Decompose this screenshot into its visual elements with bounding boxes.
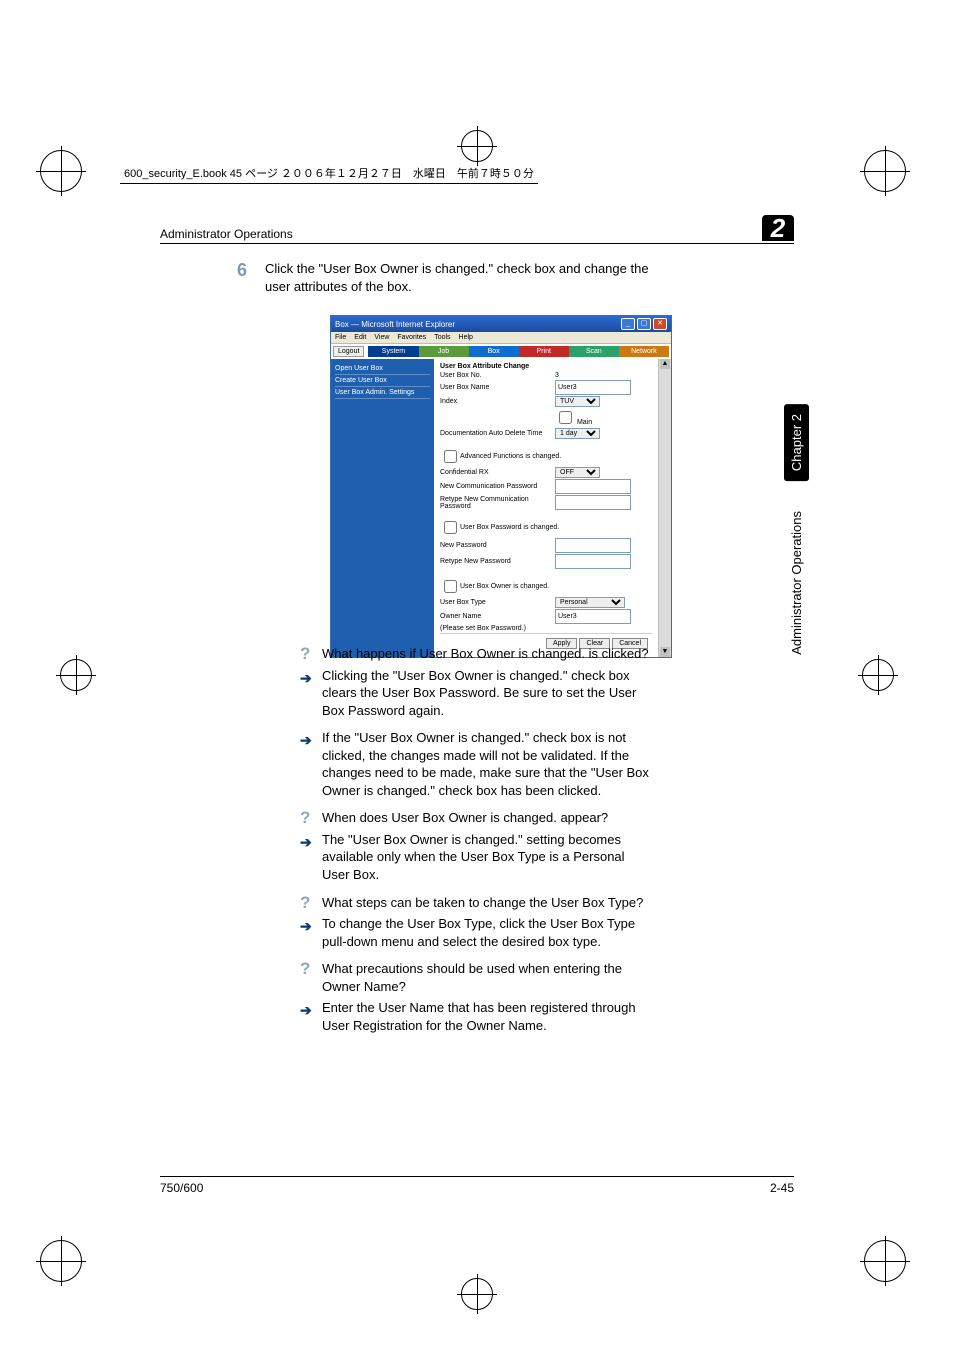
qa-question: When does User Box Owner is changed. app… <box>322 810 608 825</box>
close-icon[interactable]: ✕ <box>653 318 667 330</box>
step-body: Click the "User Box Owner is changed." c… <box>265 261 649 294</box>
qa-question: What precautions should be used when ent… <box>322 961 622 994</box>
autodel-select[interactable]: 1 day <box>555 428 600 439</box>
form-heading: User Box Attribute Change <box>440 363 652 370</box>
registration-mark <box>461 1278 493 1310</box>
question-icon: ? <box>300 643 310 666</box>
userboxno-label: User Box No. <box>440 372 555 379</box>
step-number: 6 <box>237 258 247 283</box>
tab-system[interactable]: System <box>368 346 418 357</box>
userboxname-label: User Box Name <box>440 384 555 391</box>
new-comm-pw-input[interactable] <box>555 479 631 494</box>
menu-help[interactable]: Help <box>459 334 473 341</box>
sidebar-item-admin[interactable]: User Box Admin. Settings <box>335 387 430 399</box>
tab-scan[interactable]: Scan <box>569 346 619 357</box>
footer-model: 750/600 <box>160 1181 203 1195</box>
menu-view[interactable]: View <box>374 334 389 341</box>
window-title: Box — Microsoft Internet Explorer <box>335 320 455 329</box>
answer-icon: ➔ <box>300 917 312 936</box>
retype-comm-pw-label: Retype New Communication Password <box>440 496 555 510</box>
section-title: Administrator Operations <box>160 227 293 241</box>
sidebar-item-open[interactable]: Open User Box <box>335 363 430 375</box>
box-password-checkbox[interactable] <box>444 521 457 534</box>
registration-mark <box>60 659 92 691</box>
tab-job[interactable]: Job <box>419 346 469 357</box>
menu-favorites[interactable]: Favorites <box>397 334 426 341</box>
autodel-label: Documentation Auto Delete Time <box>440 430 555 437</box>
advanced-functions-label: Advanced Functions is changed. <box>460 453 561 460</box>
menu-file[interactable]: File <box>335 334 346 341</box>
tab-box[interactable]: Box <box>469 346 519 357</box>
registration-mark <box>862 659 894 691</box>
qa-answer: Enter the User Name that has been regist… <box>322 1000 636 1033</box>
box-password-check-label: User Box Password is changed. <box>460 524 559 531</box>
logout-button[interactable]: Logout <box>333 346 364 357</box>
qa-answer: The "User Box Owner is changed." setting… <box>322 832 625 882</box>
maximize-icon[interactable]: ▢ <box>637 318 651 330</box>
sidebar-item-create[interactable]: Create User Box <box>335 375 430 387</box>
question-icon: ? <box>300 892 310 915</box>
scroll-down-icon[interactable]: ▼ <box>660 647 670 657</box>
confidential-rx-label: Confidential RX <box>440 469 555 476</box>
box-type-select[interactable]: Personal <box>555 597 625 608</box>
retype-comm-pw-input[interactable] <box>555 495 631 510</box>
qa-question: What happens if User Box Owner is change… <box>322 646 649 661</box>
scrollbar[interactable]: ▲ ▼ <box>658 359 671 657</box>
answer-icon: ➔ <box>300 1001 312 1020</box>
minimize-icon[interactable]: _ <box>621 318 635 330</box>
owner-name-input[interactable] <box>555 609 631 624</box>
qa-answer: To change the User Box Type, click the U… <box>322 916 635 949</box>
main-checkbox[interactable] <box>559 411 572 424</box>
tab-network[interactable]: Network <box>619 346 669 357</box>
form-main: User Box Attribute Change User Box No. 3… <box>434 359 658 657</box>
sidebar: Open User Box Create User Box User Box A… <box>331 359 434 657</box>
question-icon: ? <box>300 807 310 830</box>
owner-name-label: Owner Name <box>440 613 555 620</box>
index-select[interactable]: TUV <box>555 396 600 407</box>
index-label: Index <box>440 398 555 405</box>
registration-mark <box>40 150 90 200</box>
registration-mark <box>461 130 493 162</box>
answer-icon: ➔ <box>300 833 312 852</box>
main-check-label: Main <box>577 419 592 426</box>
registration-mark <box>864 150 914 200</box>
retype-pw-input[interactable] <box>555 554 631 569</box>
registration-mark <box>864 1240 914 1290</box>
registration-mark <box>40 1240 90 1290</box>
footer-page: 2-45 <box>770 1181 794 1195</box>
box-password-note: (Please set Box Password.) <box>440 625 555 632</box>
box-type-label: User Box Type <box>440 599 555 606</box>
scroll-up-icon[interactable]: ▲ <box>660 359 670 369</box>
section-header: Administrator Operations 2 <box>160 215 794 244</box>
answer-icon: ➔ <box>300 669 312 688</box>
userboxname-input[interactable] <box>555 380 631 395</box>
qa-list: ? What happens if User Box Owner is chang… <box>300 645 654 1044</box>
chapter-tab: Chapter 2 <box>784 404 809 481</box>
confidential-rx-select[interactable]: OFF <box>555 467 600 478</box>
box-owner-checkbox[interactable] <box>444 580 457 593</box>
page-footer: 750/600 2-45 <box>160 1176 794 1195</box>
new-pw-label: New Password <box>440 542 555 549</box>
menu-tools[interactable]: Tools <box>434 334 450 341</box>
book-header: 600_security_E.book 45 ページ ２００６年１２月２７日 水… <box>120 165 538 184</box>
qa-answer: Clicking the "User Box Owner is changed.… <box>322 668 636 718</box>
box-owner-check-label: User Box Owner is changed. <box>460 583 549 590</box>
tab-print[interactable]: Print <box>519 346 569 357</box>
retype-pw-label: Retype New Password <box>440 558 555 565</box>
section-number: 2 <box>762 215 794 241</box>
new-comm-pw-label: New Communication Password <box>440 483 555 490</box>
new-pw-input[interactable] <box>555 538 631 553</box>
side-tab: Chapter 2 Administrator Operations <box>784 355 809 665</box>
advanced-functions-checkbox[interactable] <box>444 450 457 463</box>
step-text: 6 Click the "User Box Owner is changed."… <box>265 260 654 296</box>
side-section-label: Administrator Operations <box>789 501 804 665</box>
menu-bar: File Edit View Favorites Tools Help <box>331 332 671 344</box>
qa-answer: If the "User Box Owner is changed." chec… <box>322 730 649 798</box>
answer-icon: ➔ <box>300 731 312 750</box>
question-icon: ? <box>300 958 310 981</box>
qa-question: What steps can be taken to change the Us… <box>322 895 643 910</box>
menu-edit[interactable]: Edit <box>354 334 366 341</box>
screenshot: Box — Microsoft Internet Explorer _ ▢ ✕ … <box>330 315 672 658</box>
userboxno-value: 3 <box>555 372 652 379</box>
